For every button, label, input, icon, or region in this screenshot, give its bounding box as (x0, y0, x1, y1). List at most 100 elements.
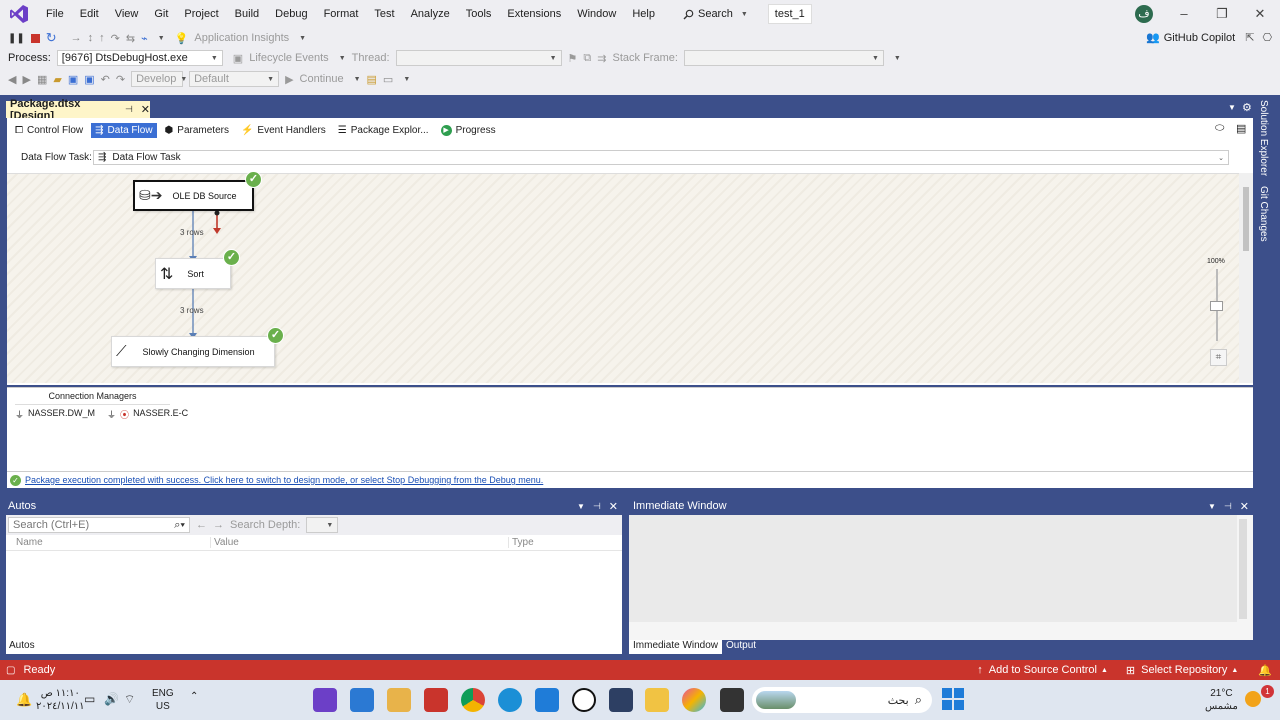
restart-icon[interactable]: ↻ (46, 30, 57, 46)
stop-icon[interactable] (30, 33, 40, 43)
volume-icon[interactable]: 🔊 (104, 692, 119, 706)
menu-window[interactable]: Window (569, 0, 624, 28)
chevron-down-icon[interactable]: ▼ (403, 76, 410, 83)
back-arrow-icon[interactable]: ← (196, 519, 207, 531)
step-back-icon[interactable]: ↷ (111, 32, 120, 45)
vscode-icon[interactable] (535, 688, 559, 712)
fit-to-window-icon[interactable]: ⌗ (1210, 349, 1227, 366)
forward-arrow-icon[interactable]: → (213, 519, 224, 531)
autos-search-input[interactable]: Search (Ctrl+E) ⌕▾ (8, 517, 190, 533)
chevron-down-icon[interactable]: ▼ (354, 76, 361, 83)
connection-item[interactable]: ⏚ ⦿ NASSER.E-C (107, 408, 188, 421)
pin-icon[interactable]: ⊣ (593, 501, 601, 512)
snipping-tool-icon[interactable] (387, 688, 411, 712)
continue-label[interactable]: Continue (300, 73, 344, 85)
side-tab-solution-explorer[interactable]: Solution Explorer (1258, 100, 1269, 176)
canvas-scrollbar[interactable] (1239, 173, 1253, 383)
chevron-down-icon[interactable]: ▼ (339, 55, 346, 62)
connection-managers-tab[interactable]: Connection Managers (15, 391, 170, 405)
chevron-down-icon[interactable]: ▼ (299, 35, 306, 42)
save-icon[interactable]: ▣ (68, 73, 78, 86)
tab-locals[interactable]: Locals (38, 640, 75, 654)
scrollbar-thumb[interactable] (1243, 187, 1249, 251)
hot-reload-icon[interactable]: ⇆ (126, 32, 135, 45)
column-type[interactable]: Type (509, 537, 534, 548)
search-icon[interactable]: ⌕▾ (174, 519, 185, 532)
open-folder-icon[interactable]: ▰ (53, 73, 61, 86)
zoom-to-fit-icon[interactable]: ⬭ (1215, 122, 1224, 135)
play-icon[interactable]: ▶ (285, 73, 293, 86)
back-icon[interactable]: ◀ (8, 73, 16, 86)
menu-extensions[interactable]: Extensions (499, 0, 569, 28)
menu-help[interactable]: Help (624, 0, 663, 28)
tab-watch-1[interactable]: Watch 1 (74, 640, 118, 654)
menu-tools[interactable]: Tools (458, 0, 500, 28)
flag-icon[interactable]: ⚑ (568, 52, 578, 65)
notification-bell-icon[interactable]: 🔔 (1258, 664, 1272, 677)
node-sort[interactable]: ⇅ Sort (155, 258, 231, 289)
github-copilot-button[interactable]: 👥 GitHub Copilot ⇱ ⎔ (1146, 31, 1272, 45)
thread-dropdown[interactable]: ▼ (395, 50, 562, 66)
feedback-icon[interactable]: ⎔ (1262, 31, 1272, 44)
panel-menu-icon[interactable]: ▼ (577, 502, 585, 511)
variables-icon[interactable]: ▤ (1236, 122, 1246, 135)
immediate-scrollbar[interactable] (1239, 519, 1247, 619)
copilot-app-icon[interactable] (682, 688, 706, 712)
search-depth-dropdown[interactable]: ▼ (306, 517, 339, 533)
chevron-down-icon[interactable]: ▼ (894, 55, 901, 62)
undo-icon[interactable]: ↶ (101, 73, 110, 86)
settings-gear-icon[interactable]: ⚙ (1242, 101, 1252, 114)
dell-icon[interactable] (572, 688, 596, 712)
data-flow-canvas[interactable]: ⛁➔ OLE DB Source ✓ 3 rows ⇅ Sort ✓ 3 row… (7, 171, 1239, 383)
store-icon[interactable] (609, 688, 633, 712)
global-search-button[interactable]: Search ▼ (677, 8, 754, 20)
tab-package-design[interactable]: Package.dtsx [Design] ⊣ ✕ (6, 98, 150, 122)
side-tab-git-changes[interactable]: Git Changes (1258, 186, 1269, 242)
lifecycle-events-label[interactable]: Lifecycle Events (249, 52, 328, 64)
tab-event-handlers[interactable]: ⚡ Event Handlers (237, 123, 330, 138)
edge-icon[interactable] (498, 688, 522, 712)
add-source-control[interactable]: Add to Source Control (989, 664, 1097, 676)
column-name[interactable]: Name (6, 537, 211, 548)
step-into-icon[interactable]: → (71, 32, 82, 44)
menu-project[interactable]: Project (176, 0, 226, 28)
weather-widget[interactable]: 21°C مشمس (1205, 687, 1238, 713)
windows-start-icon[interactable] (942, 688, 964, 710)
close-tab-icon[interactable]: ✕ (141, 103, 150, 116)
tools-app-icon[interactable] (424, 688, 448, 712)
column-value[interactable]: Value (211, 537, 509, 548)
close-panel-icon[interactable]: ✕ (1240, 500, 1249, 513)
menu-build[interactable]: Build (227, 0, 267, 28)
select-repository[interactable]: Select Repository (1141, 664, 1227, 676)
menu-git[interactable]: Git (146, 0, 176, 28)
process-dropdown[interactable]: [9676] DtsDebugHost.exe ▼ (56, 50, 223, 66)
chrome-icon[interactable] (461, 688, 485, 712)
menu-format[interactable]: Format (316, 0, 367, 28)
stack-frame-dropdown[interactable]: ▼ (683, 50, 884, 66)
taskbar-search-box[interactable]: بحث ⌕ (752, 687, 932, 713)
terminal-icon[interactable] (720, 688, 744, 712)
new-project-icon[interactable]: ▦ (37, 73, 47, 86)
tab-immediate-window[interactable]: Immediate Window (629, 640, 723, 654)
avatar[interactable]: ف (1135, 5, 1153, 23)
connection-item[interactable]: ⏚ NASSER.DW_M (15, 408, 95, 421)
tab-output[interactable]: Output (722, 640, 760, 654)
panel-menu-icon[interactable]: ▼ (1208, 502, 1216, 511)
share-icon[interactable]: ⇱ (1245, 31, 1254, 44)
solution-name[interactable]: test_1 (767, 4, 812, 24)
notification-bell-icon[interactable]: 🔔 (16, 692, 32, 708)
data-flow-task-dropdown[interactable]: ⇶ Data Flow Task ⌄ (93, 150, 1229, 165)
minimize-icon[interactable]: – (1165, 0, 1203, 28)
execution-status-link[interactable]: Package execution completed with success… (25, 475, 543, 485)
wifi-icon[interactable]: ⌔ (124, 692, 135, 707)
file-explorer-icon[interactable] (645, 688, 669, 712)
menu-test[interactable]: Test (366, 0, 402, 28)
tab-autos[interactable]: Autos (6, 640, 38, 654)
clock[interactable]: ١١:١٠ ص ٢٠٢٤/١١/١١ (36, 687, 85, 713)
step-out-icon[interactable]: ↑ (99, 32, 105, 44)
diagnostics-icon[interactable]: ⌁ (141, 32, 148, 45)
pin-icon[interactable]: ⊣ (125, 104, 133, 115)
forward-icon[interactable]: ▶ (22, 73, 30, 86)
pin-icon[interactable]: ⊣ (1224, 501, 1232, 512)
tab-parameters[interactable]: ⬢ Parameters (161, 123, 233, 138)
